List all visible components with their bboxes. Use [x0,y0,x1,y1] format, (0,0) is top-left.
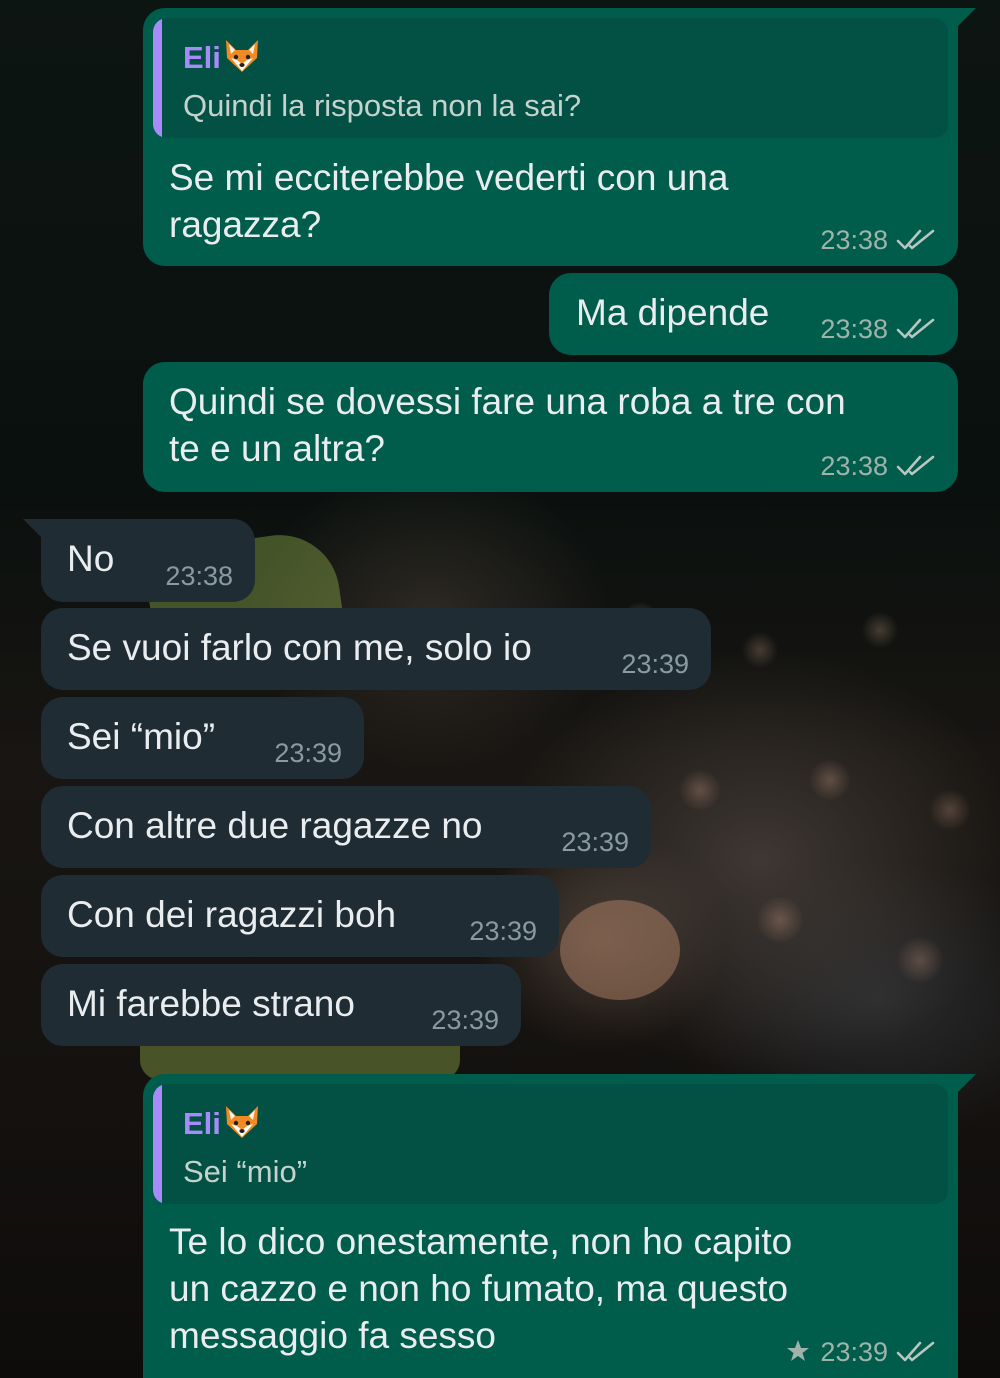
double-check-icon [896,228,936,252]
quote-text: Sei “mio” [183,1154,308,1189]
outgoing-message[interactable]: Ma dipende 23:38 [549,273,958,355]
message-time: 23:39 [431,1005,499,1035]
double-check-icon [896,1340,936,1364]
message-line: Quindi se dovessi fare una roba a tre co… [169,381,846,422]
bubble-tail [954,8,976,30]
quoted-message[interactable]: Eli Sei “mio” [153,1084,948,1204]
incoming-message[interactable]: Se vuoi farlo con me, solo io 23:39 [41,608,711,690]
outgoing-message[interactable]: Quindi se dovessi fare una roba a tre co… [143,362,958,492]
message-line: ragazza? [169,204,322,245]
message-text: Te lo dico onestamente, non ho capito un… [169,1218,792,1359]
message-time: 23:38 [165,561,233,591]
quote-text: Quindi la risposta non la sai? [183,88,582,123]
message-line: messaggio fa sesso [169,1315,497,1356]
message-meta: 23:38 [820,314,936,345]
message-line: un cazzo e non ho fumato, ma questo [169,1268,789,1309]
message-line: Te lo dico onestamente, non ho capito [169,1221,793,1262]
bubble-tail [23,519,45,541]
message-time: 23:38 [820,225,888,255]
quote-sender-name: Eli [183,1106,221,1141]
quote-accent-bar [153,1084,162,1204]
message-time: 23:39 [621,649,689,679]
bubble-tail [954,1074,976,1096]
message-text: Con dei ragazzi boh [67,894,397,935]
incoming-message[interactable]: Mi farebbe strano 23:39 [41,964,521,1046]
quote-sender-name: Eli [183,40,221,75]
message-text: Quindi se dovessi fare una roba a tre co… [169,378,846,472]
incoming-message[interactable]: Sei “mio” 23:39 [41,697,364,779]
incoming-message[interactable]: Con altre due ragazze no 23:39 [41,786,651,868]
message-text: Con altre due ragazze no [67,805,483,846]
message-text: Se vuoi farlo con me, solo io [67,627,532,668]
double-check-icon [896,454,936,478]
fox-face-icon [223,38,261,74]
message-time: 23:38 [820,314,888,344]
message-line: te e un altra? [169,428,385,469]
quoted-message[interactable]: Eli Quindi la risposta non la sai? [153,18,948,138]
incoming-message[interactable]: Con dei ragazzi boh 23:39 [41,875,559,957]
outgoing-reply-message[interactable]: Eli Sei “mio” Te lo dico onestamente, no… [143,1074,976,1378]
quote-accent-bar [153,18,162,138]
message-time: 23:38 [820,451,888,481]
message-text: No [67,538,115,579]
wallpaper-hands [560,900,680,1000]
message-text: Sei “mio” [67,716,216,757]
incoming-message[interactable]: No 23:38 [23,519,255,602]
message-line: Se mi ecciterebbe vederti con una [169,157,729,198]
message-meta: 23:38 [820,451,936,482]
message-text: Se mi ecciterebbe vederti con una ragazz… [169,154,728,248]
fox-face-icon [223,1104,261,1140]
message-time: 23:39 [820,1337,888,1367]
message-text: Mi farebbe strano [67,983,355,1024]
message-time: 23:39 [561,827,629,857]
message-meta: 23:39 [786,1337,936,1368]
star-icon [786,1339,810,1363]
message-time: 23:39 [469,916,537,946]
outgoing-reply-message[interactable]: Eli Quindi la risposta non la sai? Se mi… [143,8,976,266]
message-time: 23:39 [274,738,342,768]
double-check-icon [896,317,936,341]
message-meta: 23:38 [820,225,936,256]
message-text: Ma dipende [576,292,770,333]
